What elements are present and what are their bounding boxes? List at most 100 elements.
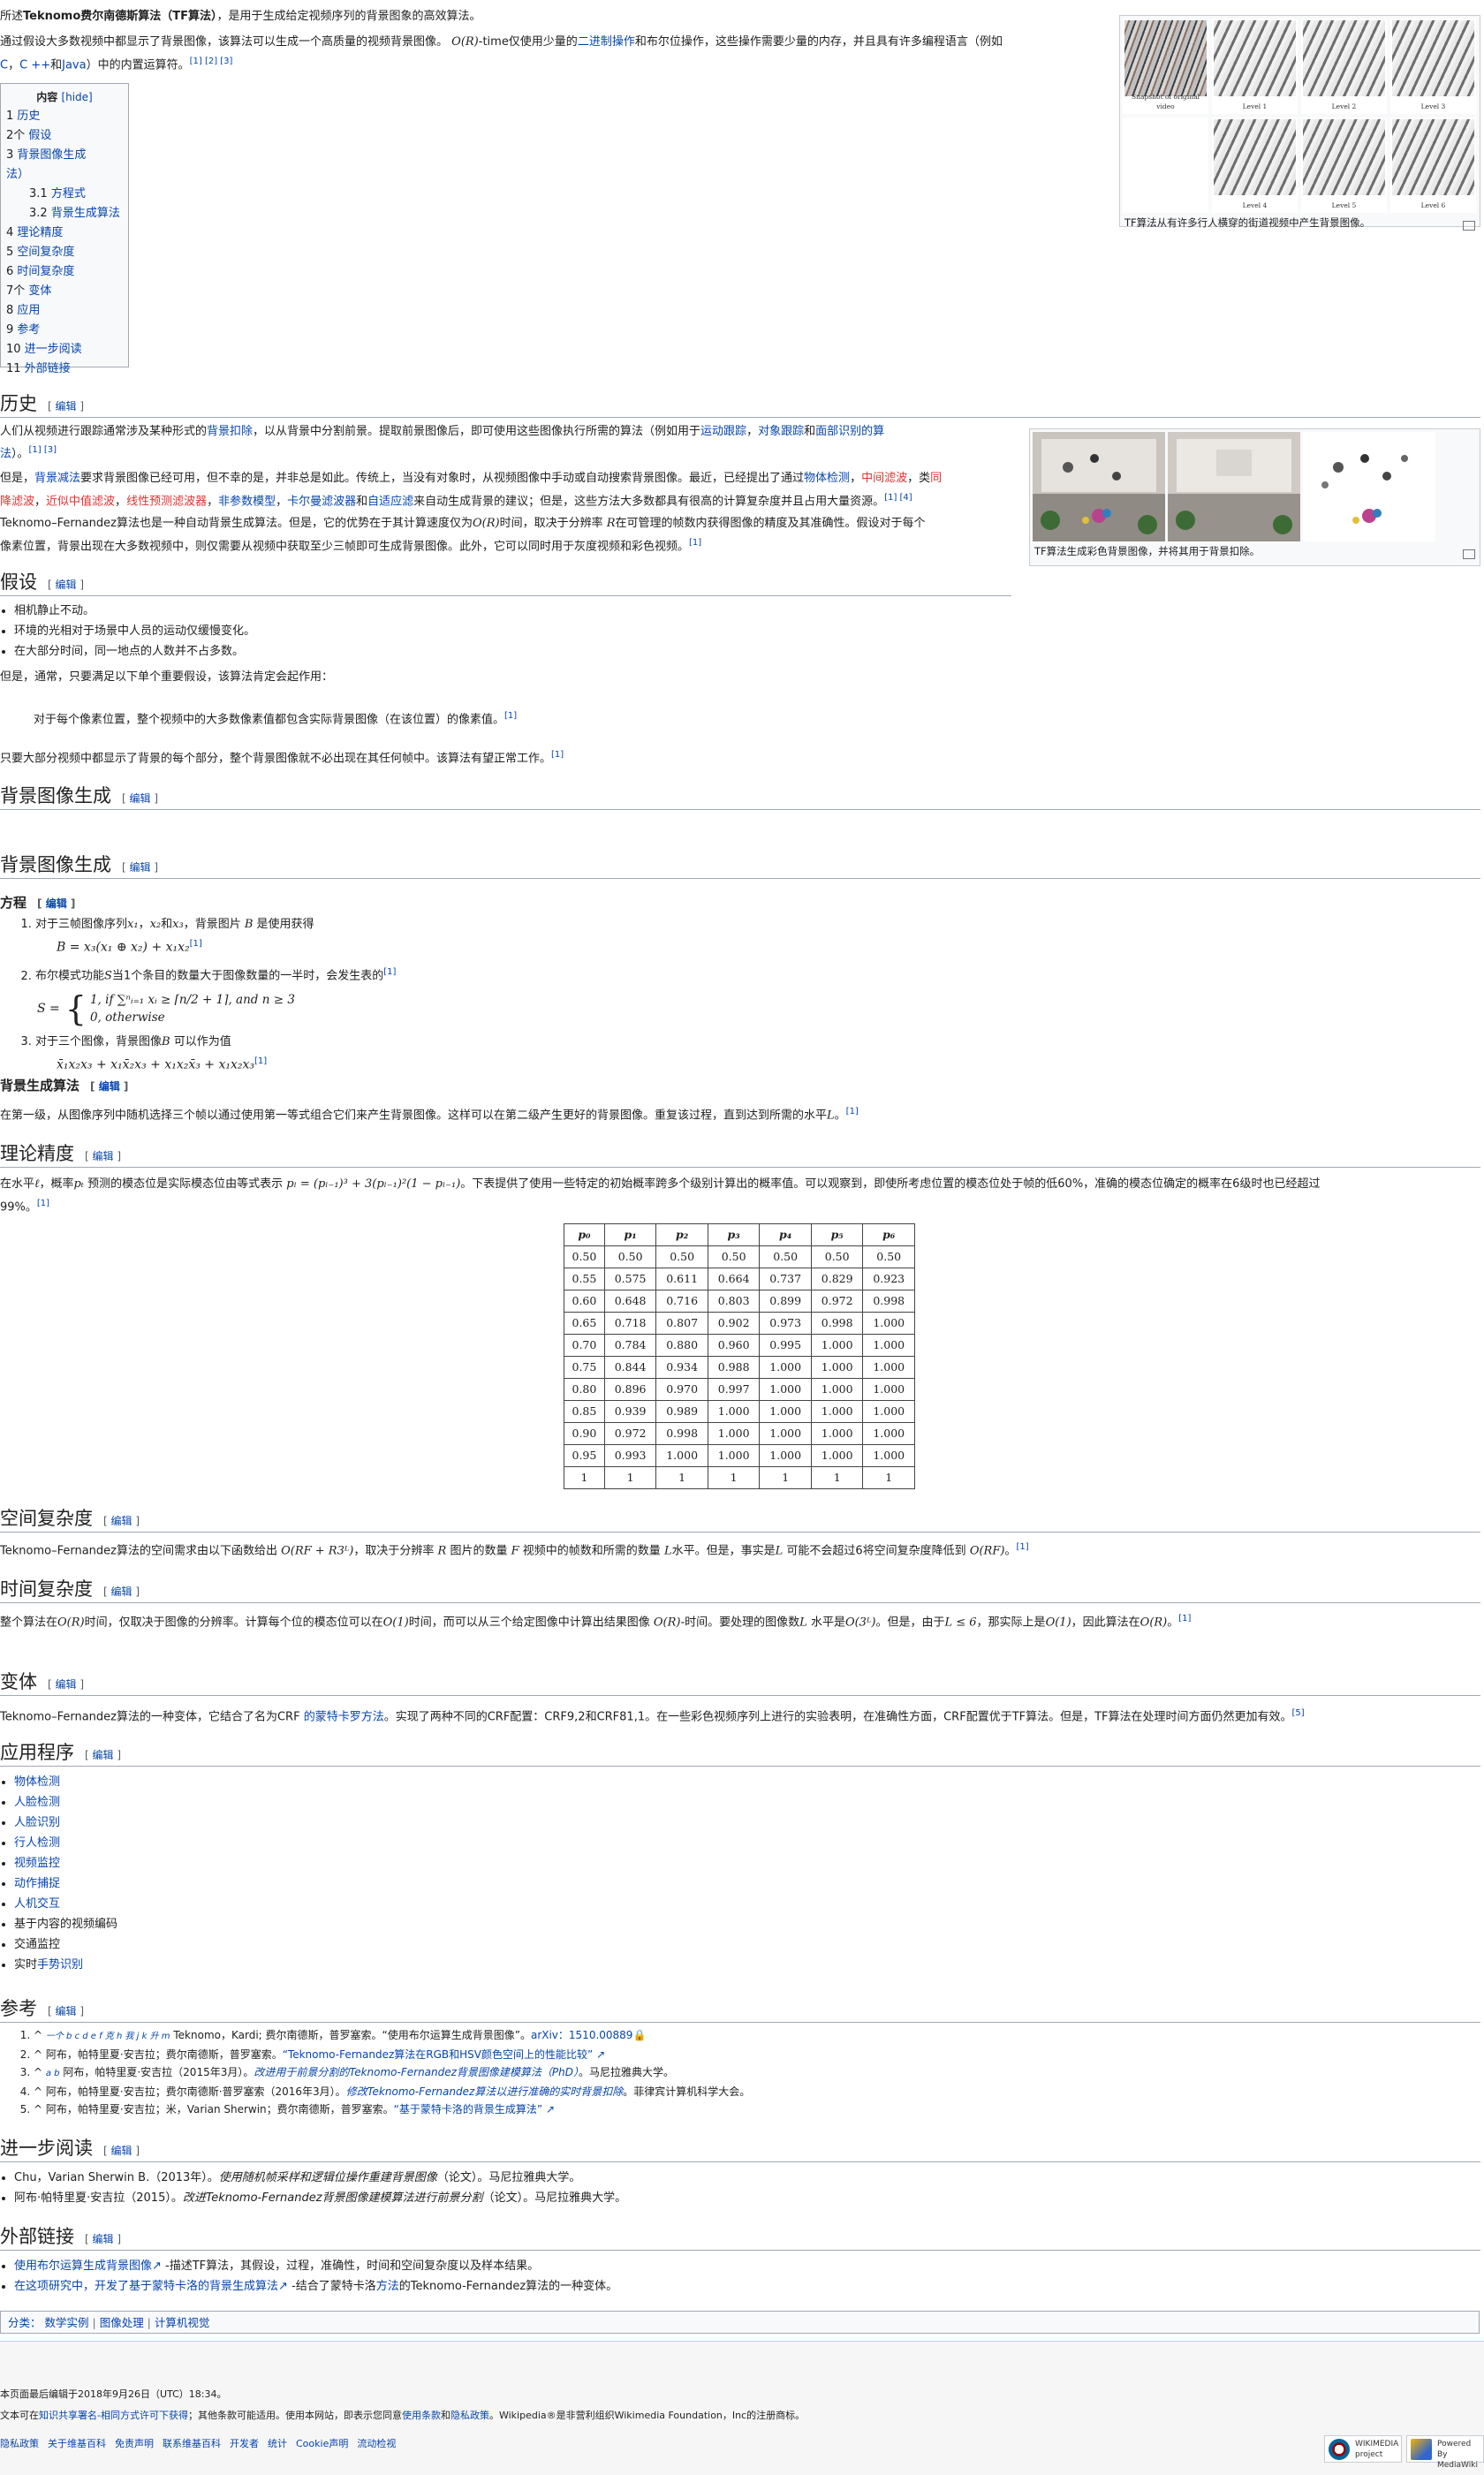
citation[interactable]: [1] <box>254 1056 267 1066</box>
toc-item[interactable]: 6 时间复杂度 <box>6 262 123 282</box>
list-item[interactable]: 物体检测 <box>14 1772 117 1792</box>
edit-link[interactable]: 编辑 <box>93 1749 114 1761</box>
list-item[interactable]: 行人检测 <box>14 1833 117 1853</box>
link-external[interactable]: 使用布尔运算生成背景图像 <box>14 2259 152 2273</box>
edit-link[interactable]: 编辑 <box>93 2233 114 2245</box>
link-object-detection[interactable]: 物体检测 <box>804 472 850 485</box>
application-label: 人脸识别 <box>14 1816 61 1829</box>
toc-hide-link[interactable]: [hide] <box>61 91 92 103</box>
toc-item[interactable]: 9 参考 <box>6 321 123 340</box>
footer-link[interactable]: Cookie声明 <box>296 2438 348 2449</box>
link-approx-median[interactable]: 近似中值滤波 <box>46 495 115 508</box>
edit-link[interactable]: 编辑 <box>56 2005 77 2017</box>
footer-link[interactable]: 流动检视 <box>357 2438 396 2449</box>
list-item[interactable]: 动作捕捉 <box>14 1873 117 1894</box>
list-item[interactable]: 人机交互 <box>14 1894 117 1914</box>
link-algorithm[interactable]: 法 <box>0 447 11 460</box>
list-item[interactable]: 人脸识别 <box>14 1813 117 1833</box>
footer-link[interactable]: 联系维基百科 <box>163 2438 221 2449</box>
link-nonparametric[interactable]: 非参数模型 <box>218 495 276 508</box>
link-kalman[interactable]: 卡尔曼滤波器 <box>287 495 356 508</box>
link-descent-filter[interactable]: 降滤波 <box>0 495 34 508</box>
citation[interactable]: [1] <box>689 538 701 548</box>
link-external[interactable]: 在这项研究中，开发了基于蒙特卡洛的背景生成算法 <box>14 2280 278 2293</box>
edit-link[interactable]: 编辑 <box>56 400 77 412</box>
link-reference[interactable]: 改进用于前景分割的Teknomo-Fernandez背景图像建模算法（PhD） <box>254 2066 579 2078</box>
mediawiki-badge[interactable]: Powered By MediaWiki <box>1406 2435 1484 2470</box>
edit-link[interactable]: 编辑 <box>56 1678 77 1691</box>
category-link[interactable]: 计算机视觉 <box>155 2316 210 2329</box>
edit-link[interactable]: 编辑 <box>111 1586 132 1598</box>
category-link[interactable]: 图像处理 <box>100 2316 144 2329</box>
citation[interactable]: [1] [2] [3] <box>190 57 233 66</box>
citation[interactable]: [1] [3] <box>29 445 57 455</box>
link-reference[interactable]: “基于蒙特卡洛的背景生成算法” <box>394 2103 542 2115</box>
link-monte-carlo[interactable]: 的蒙特卡罗方法 <box>304 1710 384 1723</box>
edit-link[interactable]: 编辑 <box>111 1515 132 1527</box>
footer-link[interactable]: 隐私政策 <box>0 2438 39 2449</box>
citation[interactable]: [1] <box>1178 1614 1191 1624</box>
link-linear-prediction[interactable]: 线性预测滤波器 <box>126 495 207 508</box>
edit-link[interactable]: 编辑 <box>93 1150 114 1162</box>
link-median-filter[interactable]: 中间滤波 <box>861 472 907 485</box>
list-item[interactable]: 视频监控 <box>14 1853 117 1873</box>
edit-link[interactable]: 编辑 <box>130 861 151 874</box>
citation[interactable]: [1] <box>504 711 517 721</box>
link-binary-operation[interactable]: 二进制操作 <box>578 35 635 49</box>
citation[interactable]: [1] <box>190 939 202 949</box>
link-java[interactable]: Java <box>62 58 86 72</box>
link-method[interactable]: 方法 <box>376 2280 399 2293</box>
magnify-icon[interactable] <box>1463 549 1475 559</box>
citation[interactable]: [1] <box>846 1107 859 1116</box>
toc-item[interactable]: 法） <box>6 165 123 185</box>
categories-label[interactable]: 分类： <box>8 2316 42 2329</box>
edit-link[interactable]: 编辑 <box>46 897 67 910</box>
toc-item[interactable]: 2个 假设 <box>6 126 123 146</box>
toc-item[interactable]: 3 背景图像生成 <box>6 146 123 165</box>
edit-link[interactable]: 编辑 <box>56 579 77 591</box>
link-bg-subtraction[interactable]: 背景扣除 <box>207 425 253 438</box>
toc-item[interactable]: 3.1 方程式 <box>6 185 123 204</box>
link-arxiv[interactable]: arXiv：1510.00889 <box>531 2029 632 2041</box>
toc-item[interactable]: 5 空间复杂度 <box>6 243 123 262</box>
link-reference[interactable]: 修改Teknomo-Fernandez算法以进行准确的实时背景扣除 <box>346 2085 624 2098</box>
citation[interactable]: [1] [4] <box>884 493 912 503</box>
link-license[interactable]: 知识共享署名-相同方式许可下获得 <box>39 2410 188 2421</box>
footer-link[interactable]: 统计 <box>268 2438 287 2449</box>
link-privacy[interactable]: 隐私政策 <box>450 2410 489 2421</box>
toc-item[interactable]: 7个 变体 <box>6 282 123 301</box>
edit-link[interactable]: 编辑 <box>111 2145 132 2157</box>
link-face-recognition[interactable]: 面部识别的算 <box>815 425 884 438</box>
citation[interactable]: [1] <box>383 967 396 977</box>
wikimedia-badge[interactable]: WIKIMEDIA project <box>1324 2435 1402 2463</box>
edit-link[interactable]: 编辑 <box>130 792 151 805</box>
edit-link[interactable]: 编辑 <box>99 1080 120 1093</box>
citation[interactable]: [5] <box>1292 1708 1305 1718</box>
footer-link[interactable]: 免责声明 <box>115 2438 154 2449</box>
toc-item[interactable]: 11 外部链接 <box>6 360 123 379</box>
footer-link[interactable]: 关于维基百科 <box>48 2438 106 2449</box>
citation[interactable]: [1] <box>37 1199 49 1208</box>
link-cpp[interactable]: C ++ <box>19 58 50 72</box>
link-gesture-recognition[interactable]: 手势识别 <box>37 1958 83 1972</box>
toc-item[interactable]: 3.2 背景生成算法 <box>6 204 123 223</box>
footer-link[interactable]: 开发者 <box>230 2438 259 2449</box>
citation[interactable]: [1] <box>551 750 564 760</box>
link-object-tracking[interactable]: 对象跟踪 <box>758 425 804 438</box>
link-adaptive[interactable]: 自适应滤 <box>367 495 413 508</box>
link-c[interactable]: C <box>0 58 8 72</box>
link-bg-subtraction[interactable]: 背景减法 <box>34 472 80 485</box>
citation[interactable]: [1] <box>1016 1542 1028 1552</box>
toc-item[interactable]: 1 历史 <box>6 107 123 126</box>
toc-item[interactable]: 4 理论精度 <box>6 223 123 243</box>
magnify-icon[interactable] <box>1463 221 1475 231</box>
list-item[interactable]: 人脸检测 <box>14 1792 117 1813</box>
toc-item[interactable]: 10 进一步阅读 <box>6 340 123 360</box>
category-link[interactable]: 数学实例 <box>45 2316 89 2329</box>
link-reference[interactable]: “Teknomo-Fernandez算法在RGB和HSV颜色空间上的性能比较” <box>283 2048 594 2061</box>
link-motion-tracking[interactable]: 运动跟踪 <box>700 425 746 438</box>
toc-label: 时间复杂度 <box>13 265 75 278</box>
toc-item[interactable]: 8 应用 <box>6 301 123 321</box>
link-similar[interactable]: 同 <box>930 472 942 485</box>
link-terms[interactable]: 使用条款 <box>402 2410 441 2421</box>
